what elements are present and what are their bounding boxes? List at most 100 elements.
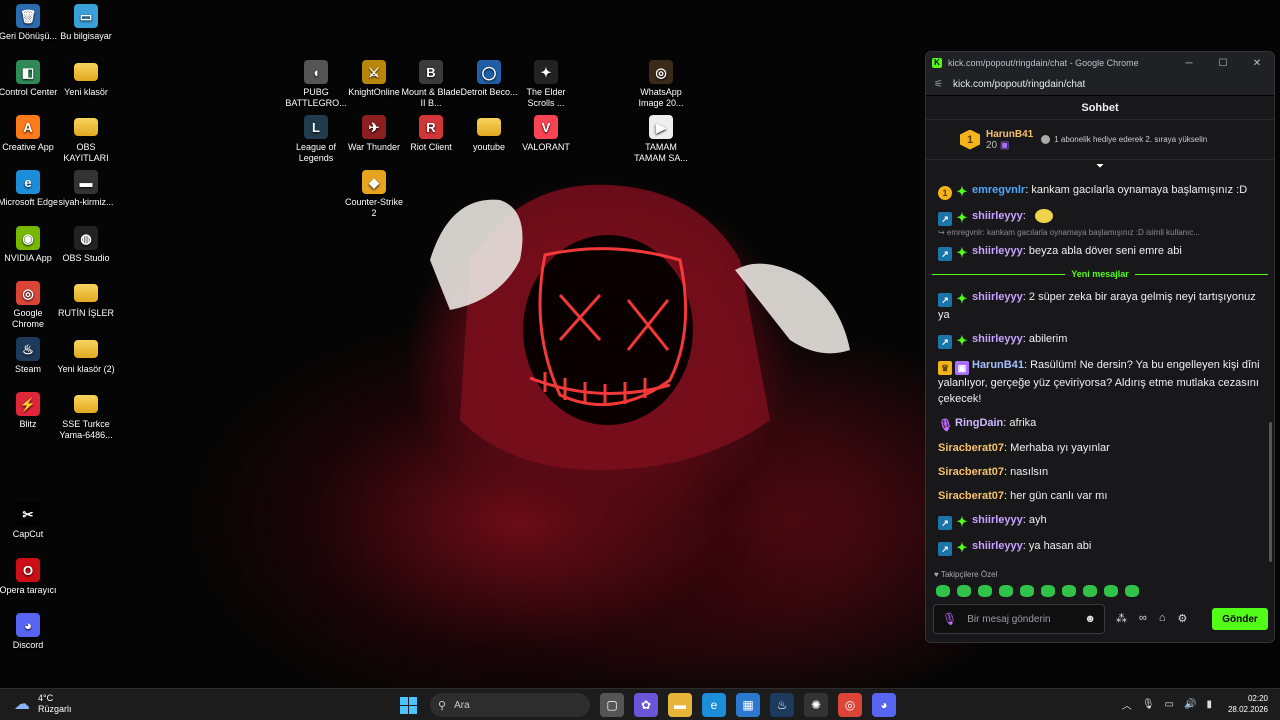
volume-icon[interactable]: 🔊 [1184, 699, 1196, 710]
desktop-shortcut[interactable]: B Mount & Blade II B... [400, 60, 462, 109]
infinity-icon[interactable]: ∞ [1139, 612, 1147, 625]
window-titlebar[interactable]: K kick.com/popout/ringdain/chat - Google… [926, 52, 1274, 74]
address-bar[interactable]: ⚟ kick.com/popout/ringdain/chat [926, 74, 1274, 96]
discord-taskbar-icon[interactable]: ◕ [872, 693, 896, 717]
edge-taskbar-icon[interactable]: e [702, 693, 726, 717]
desktop-shortcut[interactable]: ◖ PUBG BATTLEGRO... [285, 60, 347, 109]
desktop-shortcut[interactable]: ◎ Google Chrome [0, 281, 59, 330]
emote-quick-bar[interactable] [936, 585, 1139, 597]
desktop-shortcut[interactable]: A Creative App [0, 115, 59, 153]
emote-icon[interactable] [978, 585, 992, 597]
settings-icon[interactable]: ⚙ [1178, 612, 1188, 625]
chat-username[interactable]: shiirleyyy [972, 291, 1023, 303]
clock[interactable]: 02:20 28.02.2026 [1228, 693, 1268, 715]
desktop-shortcut[interactable]: SSE Turkce Yama-6486... [55, 392, 117, 441]
chat-message[interactable]: ↗ ✦ shiirleyyy: [938, 208, 1262, 226]
desktop-shortcut[interactable]: Yeni klasör (2) [55, 337, 117, 375]
chat-username[interactable]: HarunB41 [972, 359, 1024, 371]
desktop-shortcut[interactable]: ◉ NVIDIA App [0, 226, 59, 264]
emote-icon[interactable] [957, 585, 971, 597]
emote-icon[interactable] [1104, 585, 1118, 597]
emote-icon[interactable] [1020, 585, 1034, 597]
chat-message[interactable]: ↗ ✦ shiirleyyy: ayh [938, 512, 1262, 530]
microphone-icon[interactable]: 🎙 [1142, 699, 1155, 710]
minimize-icon[interactable]: ─ [1172, 58, 1206, 69]
mic-icon[interactable]: 🎙 [942, 612, 957, 626]
desktop-shortcut[interactable]: ▶ TAMAM TAMAM SA... [630, 115, 692, 164]
chat-message[interactable]: ↗ ✦ shiirleyyy: 2 süper zeka bir araya gel… [938, 289, 1262, 323]
desktop-shortcut[interactable]: L League of Legends [285, 115, 347, 164]
chat-message[interactable]: Siracberat07: Merhaba ıyı yayınlar [938, 440, 1262, 456]
chat-username[interactable]: shiirleyyy [972, 245, 1023, 257]
chat-message[interactable]: ♛ ▣ HarunB41: Rasülüm! Ne dersin? Ya bu en… [938, 357, 1262, 407]
site-settings-icon[interactable]: ⚟ [934, 79, 943, 90]
emote-icon[interactable] [1125, 585, 1139, 597]
tray-overflow-icon[interactable]: ︿ [1122, 697, 1132, 712]
desktop-shortcut[interactable]: ⚡ Blitz [0, 392, 59, 430]
steam-taskbar-icon[interactable]: ♨ [770, 693, 794, 717]
desktop-shortcut[interactable]: ✈ War Thunder [343, 115, 405, 153]
chat-input[interactable]: 🎙 Bir mesaj gönderin ☻ [933, 604, 1105, 634]
network-icon[interactable]: ▭ [1165, 699, 1174, 710]
chat-message[interactable]: 1 ✦ emregvnlr: kankam gacılarla oynamaya b… [938, 182, 1262, 200]
desktop-shortcut[interactable]: youtube [458, 115, 520, 153]
send-button[interactable]: Gönder [1212, 608, 1268, 630]
desktop-shortcut[interactable]: ♨ Steam [0, 337, 59, 375]
desktop-shortcut[interactable]: e Microsoft Edge [0, 170, 59, 208]
chat-username[interactable]: RingDain [955, 417, 1003, 429]
top-gifter-banner[interactable]: 1 HarunB41 20 ▣ 1 abonelik hediye ederek… [926, 120, 1274, 160]
desktop-shortcut[interactable]: ◯ Detroit Beco... [458, 60, 520, 98]
chat-username[interactable]: shiirleyyy [972, 210, 1023, 222]
taskbar-search[interactable]: ⚲ Ara [430, 693, 590, 717]
chat-username[interactable]: shiirleyyy [972, 514, 1023, 526]
store-icon[interactable]: ⌂ [1159, 612, 1166, 625]
reply-preview[interactable]: ↪ emregvnlr: kankam gacılarla oynamaya b… [938, 228, 1262, 237]
top-gifter-name[interactable]: HarunB41 [986, 129, 1033, 140]
chat-message[interactable]: ↗ ✦ shiirleyyy: abilerim [938, 331, 1262, 349]
desktop-shortcut[interactable]: ⚔ KnightOnline [343, 60, 405, 98]
desktop-shortcut[interactable]: ◎ WhatsApp Image 20... [630, 60, 692, 109]
desktop-shortcut[interactable]: V VALORANT [515, 115, 577, 153]
store-taskbar-icon[interactable]: ▦ [736, 693, 760, 717]
desktop-shortcut[interactable]: 🗑 Geri Dönüşü... [0, 4, 59, 42]
chatgpt-taskbar-icon[interactable]: ✺ [804, 693, 828, 717]
chat-message[interactable]: ↗ ✦ shiirleyyy: beyza abla döver seni emre… [938, 243, 1262, 261]
emote-icon[interactable] [936, 585, 950, 597]
desktop-shortcut[interactable]: OBS KAYITLARI [55, 115, 117, 164]
emote-icon[interactable] [999, 585, 1013, 597]
desktop-shortcut[interactable]: ◕ Discord [0, 613, 59, 651]
battery-icon[interactable]: ▮ [1206, 699, 1212, 710]
chat-username[interactable]: Siracberat07 [938, 442, 1004, 454]
close-icon[interactable]: ✕ [1240, 58, 1274, 69]
desktop-shortcut[interactable]: Yeni klasör [55, 60, 117, 98]
desktop-shortcut[interactable]: ◍ OBS Studio [55, 226, 117, 264]
maximize-icon[interactable]: ☐ [1206, 58, 1240, 69]
desktop-shortcut[interactable]: ▭ Bu bilgisayar [55, 4, 117, 42]
desktop-shortcut[interactable]: ▬ siyah-kirmiz... [55, 170, 117, 208]
emote-icon[interactable] [1062, 585, 1076, 597]
chat-username[interactable]: emregvnlr [972, 184, 1025, 196]
collapse-chevron-icon[interactable]: ⏷ [926, 160, 1274, 174]
desktop-shortcut[interactable]: R Riot Client [400, 115, 462, 153]
points-icon[interactable]: ⁂ [1116, 612, 1127, 625]
desktop-shortcut[interactable]: O Opera tarayıcı [0, 558, 59, 596]
file-explorer-icon[interactable]: ▬ [668, 693, 692, 717]
desktop-shortcut[interactable]: ◧ Control Center [0, 60, 59, 98]
weather-widget[interactable]: ☁ 4°C Rüzgarlı [14, 693, 72, 715]
emote-icon[interactable] [1083, 585, 1097, 597]
chrome-popup-window[interactable]: K kick.com/popout/ringdain/chat - Google… [925, 51, 1275, 643]
desktop-shortcut[interactable]: ✂ CapCut [0, 502, 59, 540]
chat-scrollbar[interactable] [1269, 422, 1272, 562]
chat-username[interactable]: shiirleyyy [972, 540, 1023, 552]
emote-icon[interactable] [1041, 585, 1055, 597]
desktop-shortcut[interactable]: ✦ The Elder Scrolls ... [515, 60, 577, 109]
desktop-shortcut[interactable]: RUTİN İŞLER [55, 281, 117, 319]
chat-username[interactable]: Siracberat07 [938, 490, 1004, 502]
chat-username[interactable]: Siracberat07 [938, 466, 1004, 478]
copilot-icon[interactable]: ✿ [634, 693, 658, 717]
task-view-icon[interactable]: ▢ [600, 693, 624, 717]
chat-message[interactable]: ↗ ✦ shiirleyyy: ya hasan abi [938, 538, 1262, 556]
chat-message[interactable]: 🎙 RingDain: afrika [938, 415, 1262, 432]
start-button[interactable] [396, 693, 420, 717]
desktop-shortcut[interactable]: ◆ Counter-Strike 2 [343, 170, 405, 219]
